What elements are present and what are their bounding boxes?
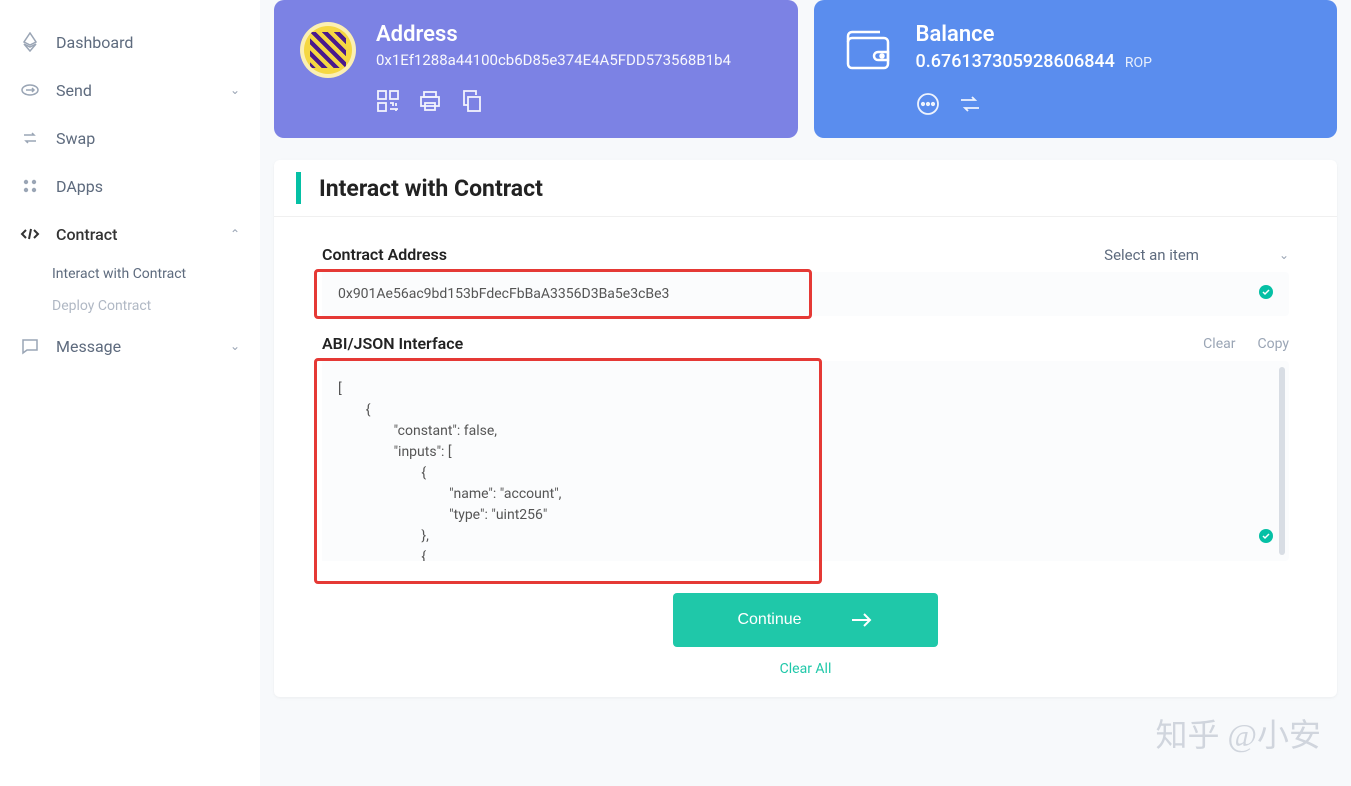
nav-dapps[interactable]: DApps [0, 162, 260, 210]
wallet-icon [840, 22, 896, 78]
balance-value: 0.676137305928606844 [916, 51, 1115, 72]
contract-address-input[interactable] [322, 272, 1259, 316]
sidebar: Dashboard Send ⌄ Swap [0, 0, 260, 786]
nav-label: Swap [56, 129, 95, 148]
refresh-icon[interactable] [958, 92, 982, 116]
balance-title: Balance [916, 22, 1312, 47]
check-icon [1259, 529, 1273, 547]
nav-label: Contract [56, 225, 117, 244]
nav-dashboard[interactable]: Dashboard [0, 18, 260, 66]
contract-subitems: Interact with Contract Deploy Contract [0, 258, 260, 322]
message-icon [20, 336, 40, 356]
nav-message[interactable]: Message ⌄ [0, 322, 260, 370]
abi-textarea[interactable] [322, 361, 1275, 561]
nav-label: Message [56, 337, 121, 356]
panel-accent-bar [296, 172, 301, 204]
address-value: 0x1Ef1288a44100cb6D85e374E4A5FDD573568B1… [376, 51, 772, 69]
nav-contract[interactable]: Contract ⌃ [0, 210, 260, 258]
balance-unit: ROP [1125, 55, 1152, 71]
more-icon[interactable] [916, 92, 940, 116]
address-card: Address 0x1Ef1288a44100cb6D85e374E4A5FDD… [274, 0, 798, 138]
qr-icon[interactable] [376, 89, 400, 113]
chevron-down-icon: ⌄ [230, 83, 240, 97]
chevron-up-icon: ⌃ [230, 227, 240, 241]
nav-label: Dashboard [56, 33, 133, 52]
address-avatar [300, 22, 356, 78]
scrollbar[interactable] [1279, 367, 1285, 555]
code-icon [20, 224, 40, 244]
clear-all-link[interactable]: Clear All [780, 661, 832, 677]
copy-button[interactable]: Copy [1257, 336, 1289, 352]
balance-card: Balance 0.676137305928606844 ROP [814, 0, 1338, 138]
clear-button[interactable]: Clear [1203, 336, 1235, 352]
select-item-dropdown[interactable]: Select an item ⌄ [1104, 246, 1289, 264]
nav-label: Send [56, 81, 92, 100]
print-icon[interactable] [418, 89, 442, 113]
continue-button[interactable]: Continue [673, 593, 937, 647]
ethereum-icon [20, 32, 40, 52]
sub-interact[interactable]: Interact with Contract [52, 258, 260, 290]
panel-title: Interact with Contract [319, 175, 543, 202]
send-icon [20, 80, 40, 100]
check-icon [1259, 285, 1273, 303]
continue-label: Continue [737, 611, 801, 629]
nav-swap[interactable]: Swap [0, 114, 260, 162]
copy-icon[interactable] [460, 89, 484, 113]
main-content: Address 0x1Ef1288a44100cb6D85e374E4A5FDD… [260, 0, 1351, 786]
contract-address-label: Contract Address [322, 245, 447, 264]
abi-label: ABI/JSON Interface [322, 334, 463, 353]
swap-icon [20, 128, 40, 148]
interact-panel: Interact with Contract Contract Address … [274, 160, 1337, 697]
chevron-down-icon: ⌄ [230, 339, 240, 353]
chevron-down-icon: ⌄ [1279, 248, 1289, 262]
nav-label: DApps [56, 177, 103, 196]
select-placeholder: Select an item [1104, 246, 1199, 264]
address-title: Address [376, 22, 772, 47]
grid-icon [20, 176, 40, 196]
sub-deploy[interactable]: Deploy Contract [52, 290, 260, 322]
nav-send[interactable]: Send ⌄ [0, 66, 260, 114]
